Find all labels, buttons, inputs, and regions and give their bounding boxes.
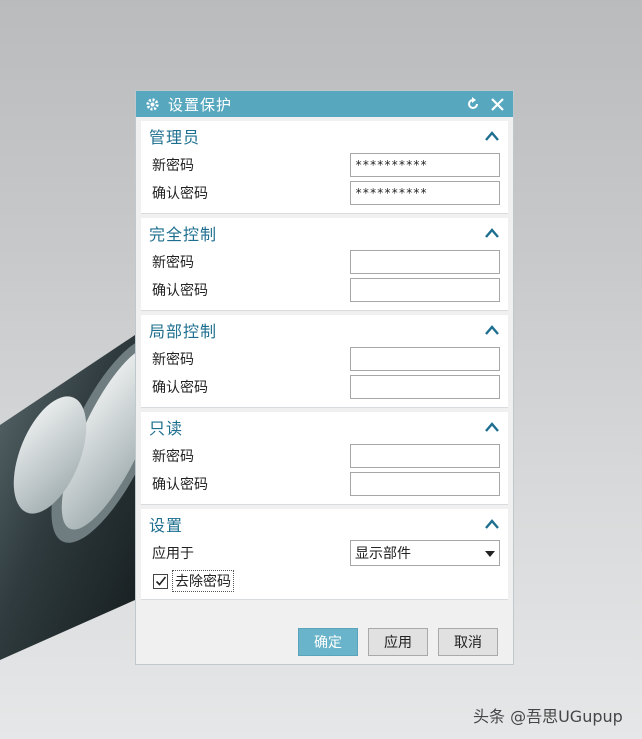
reset-icon[interactable] <box>463 94 483 114</box>
admin-confirm-password-input[interactable] <box>350 181 500 205</box>
partial-confirm-password-input[interactable] <box>350 375 500 399</box>
section-header[interactable]: 管理员 <box>141 121 508 151</box>
ok-button[interactable]: 确定 <box>298 628 358 656</box>
dialog-footer: 确定 应用 取消 <box>136 628 513 656</box>
remove-password-label[interactable]: 去除密码 <box>172 570 234 592</box>
new-password-label: 新密码 <box>152 352 194 368</box>
full-new-password-input[interactable] <box>350 250 500 274</box>
chevron-up-icon[interactable] <box>484 128 500 144</box>
watermark-text: 头条 @吾思UGupup <box>473 707 623 726</box>
section-header[interactable]: 局部控制 <box>141 315 508 345</box>
set-protection-dialog: 设置保护 管理员 新密码 确认密码 完全控制 新密码 <box>135 90 514 665</box>
new-password-label: 新密码 <box>152 255 194 271</box>
readonly-confirm-password-input[interactable] <box>350 472 500 496</box>
remove-password-checkbox[interactable] <box>153 573 168 589</box>
confirm-password-label: 确认密码 <box>152 477 208 493</box>
dialog-title: 设置保护 <box>168 95 233 114</box>
new-password-label: 新密码 <box>152 158 194 174</box>
section-header[interactable]: 只读 <box>141 412 508 442</box>
section-title: 只读 <box>149 419 184 438</box>
admin-new-password-input[interactable] <box>350 153 500 177</box>
remove-password-row: 去除密码 <box>141 567 508 595</box>
confirm-password-row: 确认密码 <box>141 276 508 304</box>
cancel-button[interactable]: 取消 <box>438 628 498 656</box>
chevron-up-icon[interactable] <box>484 225 500 241</box>
readonly-new-password-input[interactable] <box>350 444 500 468</box>
new-password-row: 新密码 <box>141 442 508 470</box>
gear-icon <box>144 96 160 112</box>
apply-to-value: 显示部件 <box>355 546 411 562</box>
section-title: 完全控制 <box>149 225 218 244</box>
section-header[interactable]: 设置 <box>141 509 508 539</box>
confirm-password-row: 确认密码 <box>141 179 508 207</box>
apply-to-label: 应用于 <box>152 546 194 562</box>
section-read-only: 只读 新密码 确认密码 <box>141 412 508 505</box>
section-full-control: 完全控制 新密码 确认密码 <box>141 218 508 311</box>
dialog-title-bar[interactable]: 设置保护 <box>136 91 513 117</box>
full-confirm-password-input[interactable] <box>350 278 500 302</box>
confirm-password-label: 确认密码 <box>152 380 208 396</box>
section-settings: 设置 应用于 显示部件 去除密码 <box>141 509 508 600</box>
new-password-row: 新密码 <box>141 151 508 179</box>
close-icon[interactable] <box>487 94 507 114</box>
apply-button[interactable]: 应用 <box>368 628 428 656</box>
section-title: 设置 <box>149 516 184 535</box>
chevron-up-icon[interactable] <box>484 419 500 435</box>
new-password-label: 新密码 <box>152 449 194 465</box>
chevron-up-icon[interactable] <box>484 322 500 338</box>
section-header[interactable]: 完全控制 <box>141 218 508 248</box>
section-admin: 管理员 新密码 确认密码 <box>141 121 508 214</box>
apply-to-row: 应用于 显示部件 <box>141 539 508 567</box>
section-title: 局部控制 <box>149 322 218 341</box>
confirm-password-row: 确认密码 <box>141 470 508 498</box>
new-password-row: 新密码 <box>141 248 508 276</box>
section-partial-control: 局部控制 新密码 确认密码 <box>141 315 508 408</box>
confirm-password-label: 确认密码 <box>152 186 208 202</box>
dropdown-arrow-icon <box>485 545 495 561</box>
confirm-password-label: 确认密码 <box>152 283 208 299</box>
check-icon <box>155 576 166 586</box>
new-password-row: 新密码 <box>141 345 508 373</box>
apply-to-select[interactable]: 显示部件 <box>350 540 500 566</box>
section-title: 管理员 <box>149 128 201 147</box>
chevron-up-icon[interactable] <box>484 516 500 532</box>
partial-new-password-input[interactable] <box>350 347 500 371</box>
confirm-password-row: 确认密码 <box>141 373 508 401</box>
